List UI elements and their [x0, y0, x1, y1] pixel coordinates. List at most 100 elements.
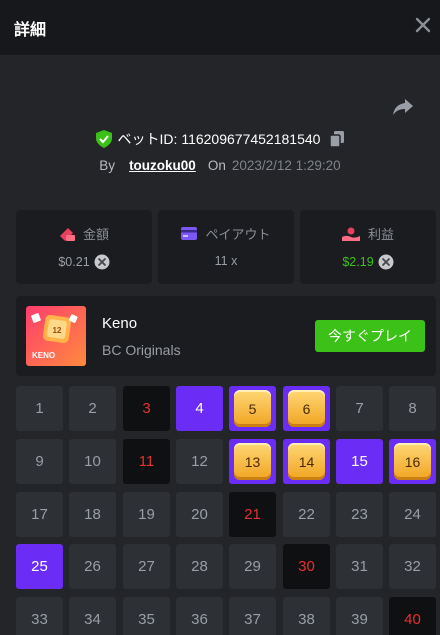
keno-thumbnail[interactable]: 12 KENO: [26, 306, 86, 366]
keno-cell: 2: [69, 386, 116, 431]
shield-check-icon: [95, 130, 112, 148]
keno-cell: 15: [336, 439, 383, 484]
stat-payout: ペイアウト 11 x: [158, 210, 294, 284]
keno-cell: 21: [229, 492, 276, 537]
keno-number: 33: [31, 611, 48, 628]
keno-cell: 35: [123, 597, 170, 635]
keno-number: 11: [138, 453, 155, 470]
keno-cell: 10: [69, 439, 116, 484]
keno-cell: 19: [123, 492, 170, 537]
keno-number: 7: [355, 400, 364, 417]
keno-number: 10: [84, 453, 101, 470]
stat-profit: 利益 $2.19: [300, 210, 436, 284]
copy-icon[interactable]: [330, 131, 345, 147]
share-icon[interactable]: [392, 96, 414, 118]
keno-cell: 9: [16, 439, 63, 484]
keno-number: 9: [35, 453, 44, 470]
keno-number: 28: [191, 558, 208, 575]
keno-number: 27: [138, 558, 155, 575]
keno-cell: 33: [16, 597, 63, 635]
keno-cell: 14: [283, 439, 330, 484]
keno-number: 24: [404, 506, 421, 523]
keno-number: 38: [298, 611, 315, 628]
keno-cell: 31: [336, 544, 383, 589]
keno-number: 36: [191, 611, 208, 628]
bet-date: 2023/2/12 1:29:20: [231, 157, 341, 173]
keno-cell: 37: [229, 597, 276, 635]
bet-id-row: ベットID: 116209677452181540: [0, 128, 440, 150]
keno-cell: 8: [389, 386, 436, 431]
keno-number: 32: [404, 558, 421, 575]
modal-title: 詳細: [14, 22, 47, 39]
by-label: By: [99, 157, 116, 173]
keno-cell: 6: [283, 386, 330, 431]
keno-cell: 24: [389, 492, 436, 537]
wallet-icon: [59, 227, 75, 241]
keno-cell: 39: [336, 597, 383, 635]
keno-cell: 18: [69, 492, 116, 537]
keno-cell: 30: [283, 544, 330, 589]
close-icon[interactable]: [412, 14, 434, 36]
keno-number: 21: [244, 506, 261, 523]
keno-number: 34: [84, 611, 101, 628]
game-name: Keno: [102, 315, 138, 332]
stat-amount-value: $0.21: [58, 255, 90, 269]
keno-number: 29: [244, 558, 261, 575]
keno-number: 5: [248, 400, 257, 417]
keno-cell: 28: [176, 544, 223, 589]
stat-payout-label: ペイアウト: [205, 227, 271, 242]
stat-profit-value: $2.19: [342, 255, 374, 269]
keno-number: 22: [298, 506, 315, 523]
keno-cell: 27: [123, 544, 170, 589]
keno-number: 19: [138, 506, 155, 523]
keno-board: 1 2 3 4 5 6 7 8 9 10 11 12 13 14 15 16 17 18 19 20 21 22 23 24 2…: [16, 386, 440, 635]
keno-cell: 25: [16, 544, 63, 589]
keno-number: 6: [302, 400, 311, 417]
keno-number: 2: [88, 400, 97, 417]
thumb-label: KENO: [32, 351, 55, 360]
keno-number: 30: [298, 558, 315, 575]
profit-icon: [341, 227, 360, 241]
keno-number: 16: [404, 453, 421, 470]
keno-number: 18: [84, 506, 101, 523]
keno-cell: 29: [229, 544, 276, 589]
stat-payout-value: 11 x: [214, 254, 238, 268]
coin-icon: [94, 254, 110, 270]
keno-number: 8: [408, 400, 417, 417]
keno-number: 15: [351, 453, 368, 470]
keno-cell: 5: [229, 386, 276, 431]
game-provider: BC Originals: [102, 342, 181, 358]
username-link[interactable]: touzoku00: [129, 158, 196, 173]
bet-author-row: By touzoku00 On 2023/2/12 1:29:20: [0, 155, 440, 175]
game-card: 12 KENO Keno BC Originals 今すぐプレイ: [16, 296, 436, 376]
keno-cell: 12: [176, 439, 223, 484]
keno-number: 12: [191, 453, 208, 470]
keno-number: 37: [244, 611, 261, 628]
keno-cell: 20: [176, 492, 223, 537]
keno-number: 3: [142, 400, 151, 417]
thumb-number: 12: [53, 326, 62, 335]
keno-number: 25: [31, 558, 48, 575]
keno-cell: 7: [336, 386, 383, 431]
bet-stats: 金額 $0.21 ペイアウト 11 x 利益 $2.19: [16, 210, 436, 284]
keno-number: 1: [35, 400, 44, 417]
keno-number: 17: [31, 506, 48, 523]
keno-cell: 22: [283, 492, 330, 537]
play-now-button[interactable]: 今すぐプレイ: [315, 320, 425, 352]
keno-number: 20: [191, 506, 208, 523]
keno-number: 14: [298, 453, 315, 470]
keno-number: 39: [351, 611, 368, 628]
stat-amount-label: 金額: [82, 227, 109, 242]
keno-cell: 17: [16, 492, 63, 537]
keno-cell: 36: [176, 597, 223, 635]
keno-cell: 13: [229, 439, 276, 484]
keno-number: 35: [138, 611, 155, 628]
keno-cell: 3: [123, 386, 170, 431]
keno-cell: 23: [336, 492, 383, 537]
keno-number: 4: [195, 400, 204, 417]
bet-id-text: ベットID: 116209677452181540: [117, 131, 321, 147]
keno-cell: 4: [176, 386, 223, 431]
card-icon: [181, 227, 198, 240]
keno-cell: 1: [16, 386, 63, 431]
modal-header: 詳細: [0, 0, 440, 55]
